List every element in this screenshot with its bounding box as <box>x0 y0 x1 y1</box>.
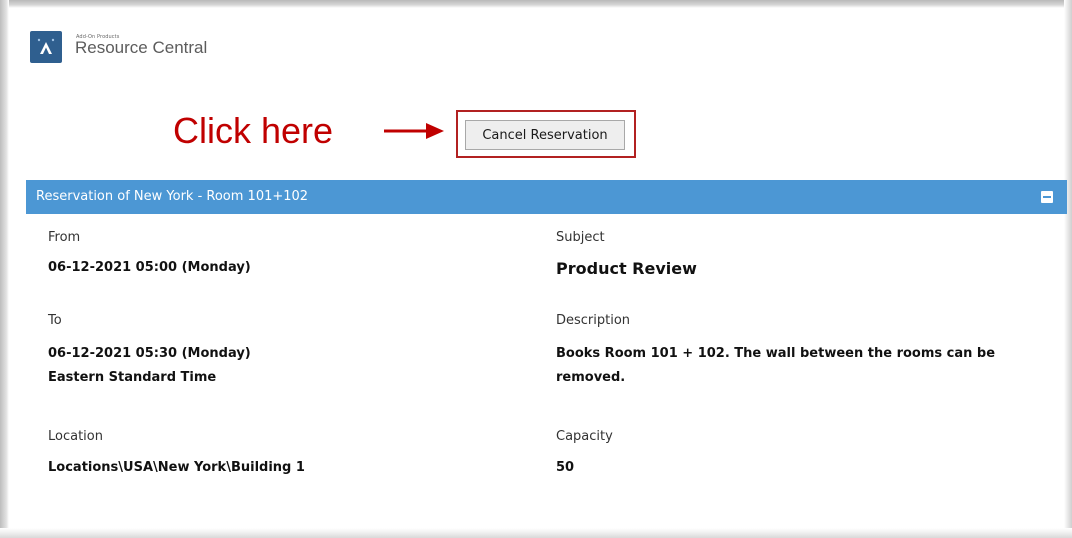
capacity-label: Capacity <box>556 429 613 444</box>
from-value: 06-12-2021 05:00 (Monday) <box>48 260 251 275</box>
to-value: 06-12-2021 05:30 (Monday) <box>48 346 251 361</box>
to-timezone: Eastern Standard Time <box>48 370 217 385</box>
description-line-2: removed. <box>556 370 626 385</box>
window-frame-bottom <box>0 528 1072 538</box>
resource-central-logo-icon <box>30 31 62 63</box>
window-frame-right <box>1064 0 1072 538</box>
from-label: From <box>48 230 81 245</box>
reservation-header-bar: Reservation of New York - Room 101+102 <box>26 180 1067 214</box>
reservation-title: Reservation of New York - Room 101+102 <box>36 189 309 204</box>
app-title: Resource Central <box>75 38 208 57</box>
subject-label: Subject <box>556 230 605 245</box>
description-label: Description <box>556 313 631 328</box>
arrow-right-icon <box>384 123 444 139</box>
cancel-reservation-button[interactable]: Cancel Reservation <box>465 120 625 150</box>
collapse-minus-icon[interactable] <box>1041 191 1053 203</box>
window-frame-top <box>0 0 1072 8</box>
description-line-1: Books Room 101 + 102. The wall between t… <box>556 346 996 361</box>
to-label: To <box>48 313 62 328</box>
location-value: Locations\USA\New York\Building 1 <box>48 460 305 475</box>
window-frame-left <box>0 0 9 538</box>
location-label: Location <box>48 429 103 444</box>
callout-text: Click here <box>173 110 334 151</box>
capacity-value: 50 <box>556 460 575 475</box>
subject-value: Product Review <box>556 259 697 278</box>
